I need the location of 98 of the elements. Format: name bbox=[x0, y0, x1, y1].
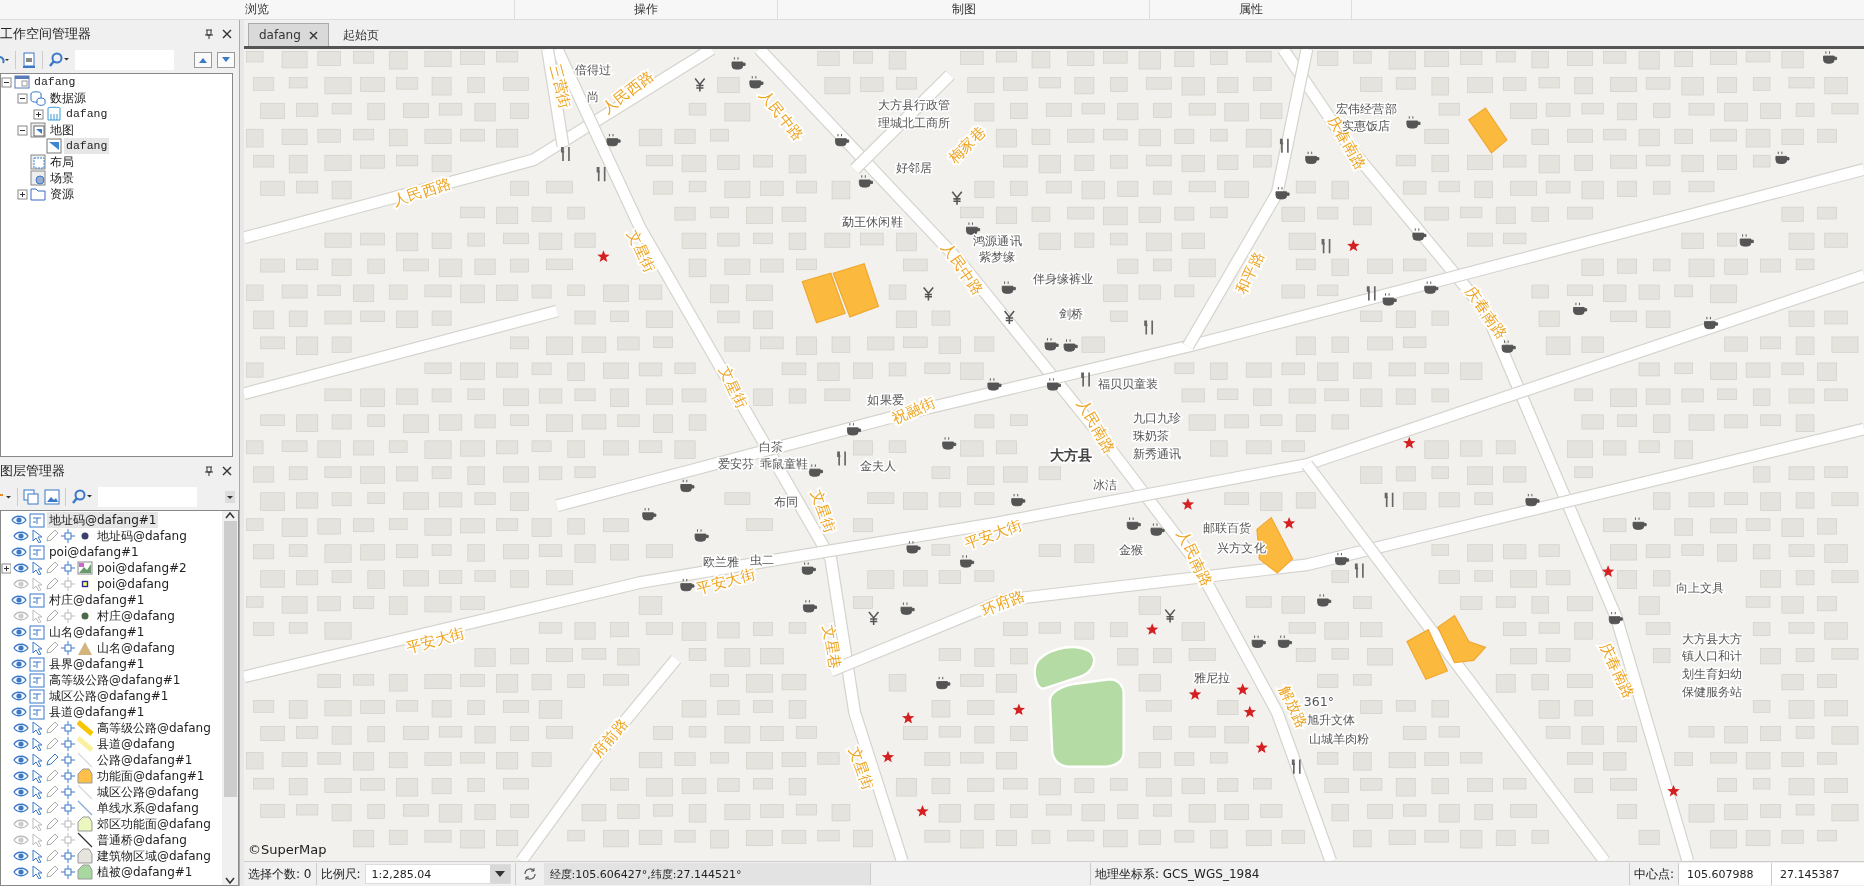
poi-label: 珠奶茶 bbox=[1132, 427, 1170, 443]
poi-label: 山城羊肉粉 bbox=[1308, 730, 1370, 746]
panel-title: 工作空间管理器 bbox=[0, 24, 92, 43]
poi-label: 金猴 bbox=[1118, 542, 1143, 558]
poi-label: 宏伟经营部 bbox=[1336, 100, 1397, 116]
ribbon-group-label: 操作 bbox=[634, 1, 658, 18]
road-label: 人民西路 bbox=[390, 174, 454, 209]
ribbon-group-label: 浏览 bbox=[245, 1, 269, 18]
poi-label: 鸿源通讯 bbox=[973, 232, 1022, 248]
ribbon-group-label: 制图 bbox=[951, 1, 976, 18]
poi-label: 如果爱 bbox=[867, 392, 904, 408]
tree-item[interactable]: 场景 bbox=[48, 170, 76, 186]
road-label: 文星街 bbox=[716, 363, 751, 411]
selection-count-label: 选择个数: 0 bbox=[248, 865, 312, 883]
ribbon-group-label: 属性 bbox=[1238, 1, 1263, 18]
road-label: 平安大街 bbox=[962, 515, 1025, 552]
layer-item[interactable]: 山名@dafang#1 bbox=[47, 624, 147, 640]
layer-item[interactable]: 功能面@dafang#1 bbox=[95, 768, 207, 784]
scale-label: 比例尺: bbox=[320, 865, 361, 883]
tree-item[interactable]: dafang bbox=[32, 74, 78, 90]
road-label: 文星街 bbox=[846, 744, 878, 793]
poi-label: 冰洁 bbox=[1092, 477, 1117, 493]
poi-label: 新秀通讯 bbox=[1132, 446, 1182, 462]
tree-item[interactable]: dafang bbox=[64, 138, 110, 154]
road-label: 三营街 bbox=[546, 62, 575, 111]
layer-item[interactable]: 县道@dafang bbox=[95, 736, 177, 752]
layer-item[interactable]: poi@dafang#1 bbox=[47, 544, 141, 560]
layer-item[interactable]: 山名@dafang bbox=[95, 640, 177, 656]
poi-label: 理城北工商所 bbox=[878, 114, 951, 130]
tree-item[interactable]: dafang bbox=[64, 106, 110, 122]
poi-label: 勐王休闲鞋 bbox=[842, 214, 903, 229]
poi-label: 旭升文体 bbox=[1306, 712, 1355, 727]
poi-label: 镇人口和计 bbox=[1681, 648, 1742, 664]
road-label: 文星街 bbox=[808, 487, 840, 536]
poi-label: 划生育妇幼 bbox=[1681, 666, 1742, 681]
layer-item[interactable]: 县界@dafang#1 bbox=[47, 656, 147, 672]
document-tab[interactable]: 起始页 bbox=[332, 24, 389, 46]
tree-item[interactable]: 数据源 bbox=[48, 90, 88, 106]
poi-label: 福贝贝童装 bbox=[1098, 375, 1159, 391]
layer-item[interactable]: 城区公路@dafang#1 bbox=[47, 688, 171, 704]
layer-item[interactable]: 地址码@dafang bbox=[95, 528, 189, 544]
layer-item[interactable]: 植被@dafang#1 bbox=[95, 864, 195, 880]
poi-label: 伴身缘裤业 bbox=[1032, 270, 1094, 286]
layer-item[interactable]: 公路@dafang#1 bbox=[95, 752, 195, 768]
copyright-text: ©SuperMap bbox=[248, 842, 327, 857]
layer-item[interactable]: 城区公路@dafang bbox=[95, 784, 201, 800]
panel-title: 图层管理器 bbox=[0, 461, 66, 480]
road-label: 文星巷 bbox=[819, 623, 845, 671]
poi-label: 乖鼠童鞋 bbox=[760, 456, 809, 471]
poi-label: 爱安芬 bbox=[717, 456, 754, 471]
layer-item[interactable]: 村庄@dafang#1 bbox=[47, 592, 147, 608]
road-label: 环府路 bbox=[978, 586, 1027, 619]
layer-item[interactable]: 高等级公路@dafang#1 bbox=[47, 672, 183, 688]
layer-item[interactable]: 高等级公路@dafang bbox=[95, 720, 213, 736]
poi-label: 金夫人 bbox=[860, 458, 897, 474]
layer-item[interactable]: poi@dafang bbox=[95, 576, 172, 592]
poi-label: 欧兰雅 bbox=[703, 553, 740, 569]
poi-label: 361° bbox=[1303, 694, 1334, 710]
road-label: 庆春南路 bbox=[1462, 283, 1511, 342]
layer-item[interactable]: poi@dafang#2 bbox=[95, 560, 189, 576]
road-label: 文星街 bbox=[624, 227, 659, 276]
road-label: 人民中路 bbox=[756, 86, 808, 145]
layer-item[interactable]: 建筑物区域@dafang bbox=[95, 848, 213, 864]
poi-label: 大方县行政管 bbox=[878, 97, 951, 113]
coordinate-system-text: 地理坐标系: GCS_WGS_1984 bbox=[1089, 863, 1630, 885]
cursor-coordinates: 经度:105.606427°,纬度:27.144521° bbox=[543, 863, 871, 885]
poi-label: 大方县大方 bbox=[1681, 630, 1742, 646]
poi-label: 向上文具 bbox=[1675, 579, 1724, 595]
place-label: 大方县 bbox=[1050, 447, 1093, 464]
layer-item[interactable]: 单线水系@dafang bbox=[95, 800, 201, 816]
road-label: 庆春南路 bbox=[1597, 639, 1639, 701]
layer-item[interactable]: 村庄@dafang bbox=[95, 608, 177, 624]
poi-label: 白茶 bbox=[759, 439, 784, 455]
scale-field[interactable]: 1:2,285.04 bbox=[364, 864, 511, 884]
poi-label: 雅尼拉 bbox=[1193, 669, 1230, 685]
poi-label: 邮联百货 bbox=[1203, 519, 1252, 535]
poi-label: 布同 bbox=[773, 493, 798, 509]
layer-item[interactable]: 地址码@dafang#1 bbox=[47, 512, 159, 528]
poi-label: 倍得过 bbox=[574, 61, 611, 77]
poi-label: 紫梦缘 bbox=[979, 249, 1016, 265]
tree-item[interactable]: 地图 bbox=[48, 122, 76, 138]
road-label: 府前路 bbox=[588, 714, 631, 760]
layer-item[interactable]: 县道@dafang#1 bbox=[47, 704, 147, 720]
tree-item[interactable]: 资源 bbox=[48, 186, 76, 202]
poi-label: 九口九珍 bbox=[1132, 409, 1182, 425]
tree-item[interactable]: 布局 bbox=[48, 154, 76, 170]
center-x-field: 105.607988 bbox=[1679, 863, 1772, 885]
poi-label: 虫二 bbox=[749, 551, 774, 567]
layer-item[interactable]: 郊区功能面@dafang bbox=[95, 816, 213, 832]
road-label: 平安大街 bbox=[403, 624, 467, 656]
poi-label: 保健服务站 bbox=[1681, 683, 1742, 699]
road-label: 和平路 bbox=[1232, 248, 1267, 297]
center-y-field: 27.145387 bbox=[1772, 863, 1864, 885]
poi-label: 好邻居 bbox=[896, 159, 933, 175]
layer-item[interactable]: 普通桥@dafang bbox=[95, 832, 189, 848]
poi-label: 尚 bbox=[586, 88, 599, 104]
document-tab[interactable]: dafang bbox=[248, 23, 329, 46]
poi-label: 剑桥 bbox=[1059, 306, 1084, 321]
